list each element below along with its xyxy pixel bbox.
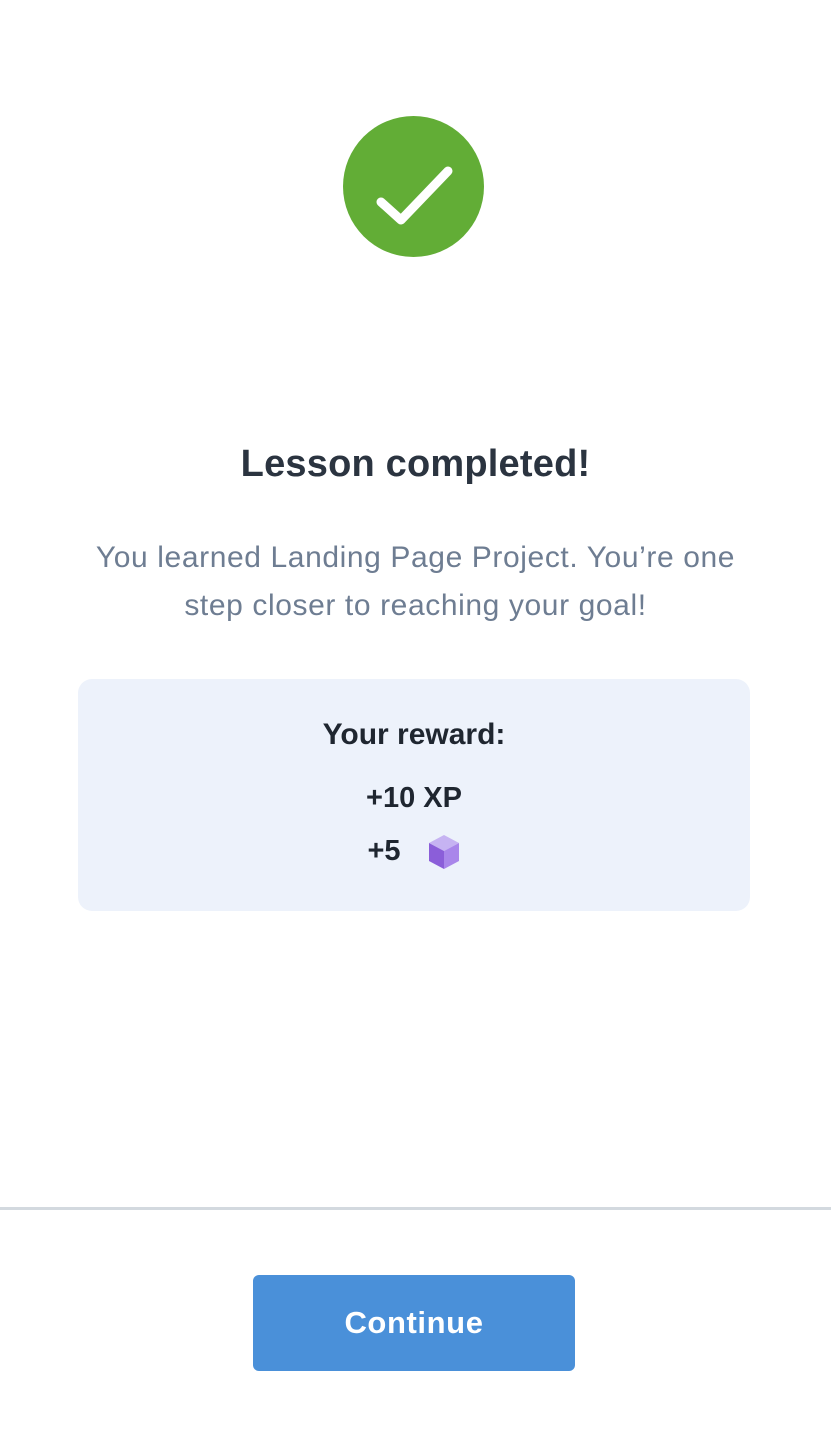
footer-divider [0,1207,831,1210]
reward-xp: +10 XP [366,782,462,814]
reward-gems-value: +5 [367,835,401,867]
reward-gems-row: +5 [78,831,750,871]
continue-button[interactable]: Continue [253,1275,575,1371]
reward-heading: Your reward: [322,718,506,751]
check-circle-icon [343,116,484,257]
page-title: Lesson completed! [240,443,591,485]
reward-card: Your reward: +10 XP +5 [78,679,750,911]
lesson-complete-screen: Lesson completed! You learned Landing Pa… [0,0,831,1435]
completion-message: You learned Landing Page Project. You’re… [95,541,736,622]
gem-cube-icon [427,834,461,870]
